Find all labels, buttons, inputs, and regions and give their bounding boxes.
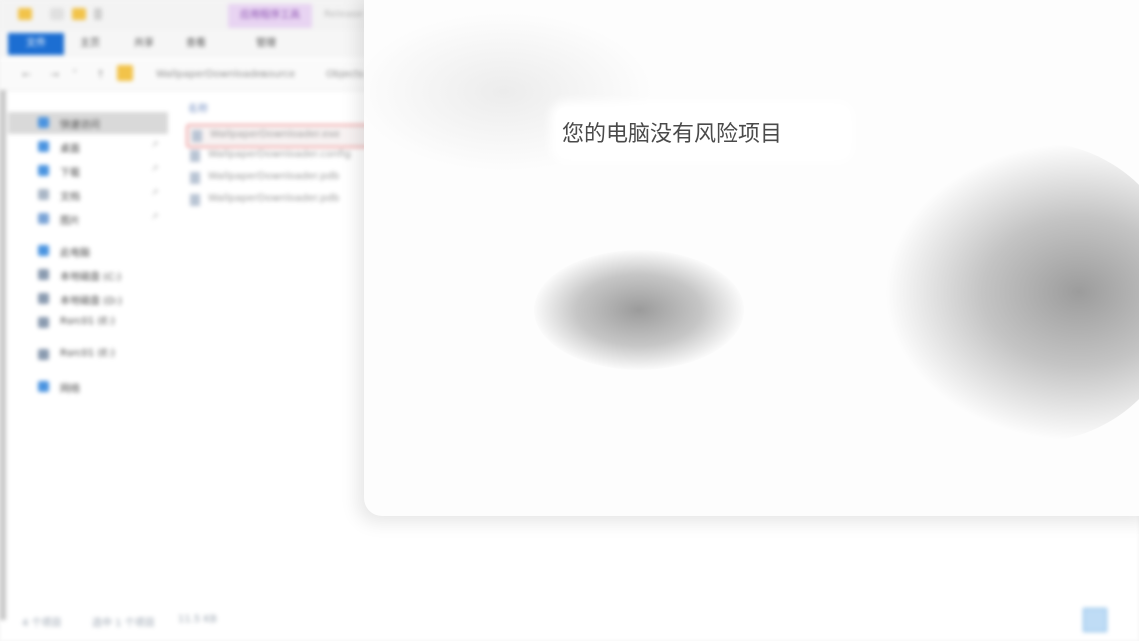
sidebar-item-label: 文档 [60,192,80,203]
sidebar-item-8[interactable]: Rsrc01 (E:) [8,312,168,334]
file-name: WallpaperDownloader.config [208,149,351,160]
sidebar-item-label: 快速访问 [60,120,100,131]
forward-arrow-icon[interactable]: → [50,68,59,81]
file-name: WallpaperDownloader.pdb [208,193,340,204]
tab-home[interactable]: 主页 [70,33,110,55]
properties-icon[interactable] [50,8,64,20]
sidebar-item-label: Rsrc01 (E:) [60,348,115,359]
document-icon [38,189,49,200]
pin-icon: ↗ [151,140,159,150]
sidebar-item-1[interactable]: 桌面 ↗ [8,136,168,158]
sidebar-item-5[interactable]: 此电脑 [8,240,168,262]
selection-size: 11.5 KB [178,614,217,625]
pdb-icon [190,194,200,206]
context-tab-app-tools[interactable]: 应用程序工具 [228,4,312,28]
scan-result-dialog: 您的电脑没有风险项目 [364,0,1139,516]
desktop-icon [38,141,49,152]
address-bar[interactable]: ← → ˅ ↑ WallpaperDownloader source Objec… [0,60,370,91]
sidebar-item-label: Rsrc01 (E:) [60,316,115,327]
recent-dropdown-icon[interactable]: ˅ [72,68,78,81]
sidebar-item-10[interactable]: 网络 [8,376,168,398]
file-list: 名称 WallpaperDownloader.exe WallpaperDownl… [172,96,372,226]
column-header-name[interactable]: 名称 [188,100,208,115]
breadcrumb-3[interactable]: Objects [326,69,364,80]
item-count: 4 个项目 [22,618,62,629]
download-icon [38,165,49,176]
ribbon: 文件 主页 共享 查看 管理 [0,30,370,58]
sidebar-item-label: 此电脑 [60,248,90,259]
up-arrow-icon[interactable]: ↑ [96,68,105,81]
picture-icon [38,213,49,224]
sidebar-item-label: 桌面 [60,144,80,155]
scan-result-message: 您的电脑没有风险项目 [562,122,783,147]
sidebar-item-7[interactable]: 本地磁盘 (D:) [8,288,168,310]
sidebar-item-6[interactable]: 本地磁盘 (C:) [8,264,168,286]
new-folder-icon[interactable] [72,8,86,20]
quick-access-dropdown-icon[interactable] [94,8,102,20]
window-edge [0,90,6,620]
network-icon [38,381,49,392]
sidebar-item-label: 本地磁盘 (C:) [60,272,122,283]
tab-manage[interactable]: 管理 [246,33,286,55]
sidebar-item-label: 下载 [60,168,80,179]
blurred-background-shape [884,142,1139,442]
breadcrumb-2[interactable]: source [262,69,295,80]
folder-icon [18,8,32,20]
star-icon [38,117,49,128]
sidebar-item-label: 图片 [60,216,80,227]
blurred-background-shape [534,250,744,370]
sidebar-item-9[interactable]: Rsrc01 (E:) [8,344,168,366]
sidebar-item-0[interactable]: 快速访问 [8,112,168,134]
sidebar-item-label: 本地磁盘 (D:) [60,296,123,307]
sidebar-item-2[interactable]: 下载 ↗ [8,160,168,182]
sidebar-item-4[interactable]: 图片 ↗ [8,208,168,230]
back-arrow-icon[interactable]: ← [22,68,31,81]
pin-icon: ↗ [151,188,159,198]
drive-icon [38,317,49,328]
file-name: WallpaperDownloader.exe [210,129,340,140]
pin-icon: ↗ [151,212,159,222]
status-bar: 4 个项目 选中 1 个项目 11.5 KB [0,610,1139,632]
drive-icon [38,349,49,360]
pdb-icon [190,172,200,184]
breadcrumb-1[interactable]: WallpaperDownloader [156,69,266,80]
drive-icon [38,293,49,304]
exe-icon [192,130,202,142]
sidebar-item-3[interactable]: 文档 ↗ [8,184,168,206]
file-name: WallpaperDownloader.pdb [208,171,340,182]
pin-icon: ↗ [151,164,159,174]
file-row[interactable]: WallpaperDownloader.pdb [186,168,366,188]
folder-icon [117,65,133,81]
tab-file[interactable]: 文件 [8,33,64,55]
window-title: Release [324,9,364,20]
file-row[interactable]: WallpaperDownloader.config [186,146,366,166]
details-view-button[interactable] [1083,608,1107,632]
tab-view[interactable]: 查看 [176,33,216,55]
config-icon [190,150,200,162]
selection-info: 选中 1 个项目 [92,618,155,629]
computer-icon [38,245,49,256]
file-row[interactable]: WallpaperDownloader.exe [186,124,370,148]
drive-icon [38,269,49,280]
navigation-pane: 快速访问桌面 ↗ 下载 ↗ 文档 ↗ 图片 ↗ 此电脑本地磁盘 (C:) 本地磁盘 (D:) Rsr… [8,104,168,614]
file-row[interactable]: WallpaperDownloader.pdb [186,190,366,210]
tab-share[interactable]: 共享 [124,33,164,55]
sidebar-item-label: 网络 [60,384,80,395]
